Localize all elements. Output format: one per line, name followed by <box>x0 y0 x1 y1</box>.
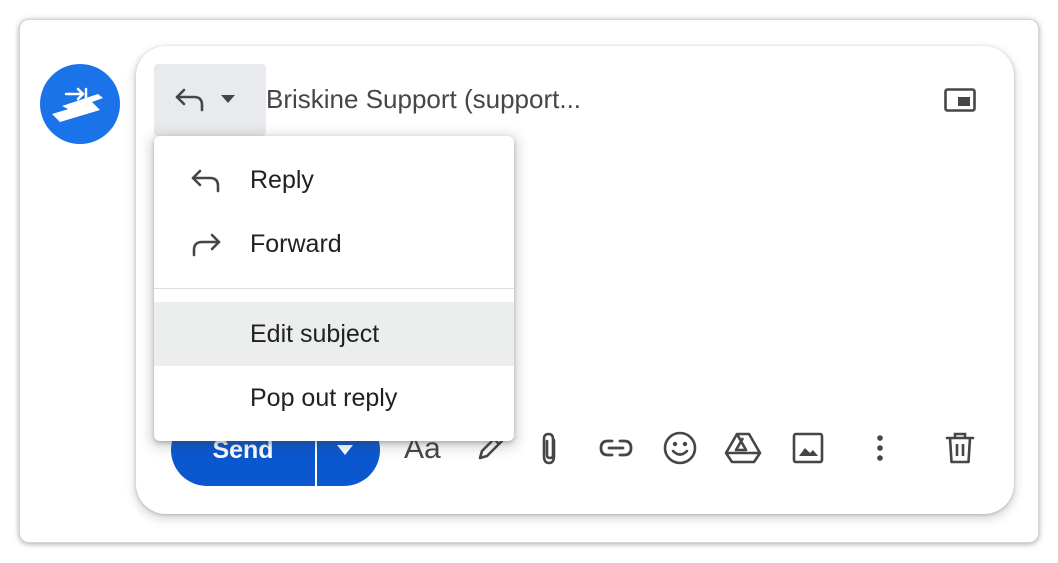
menu-item-edit-subject[interactable]: Edit subject <box>154 302 514 366</box>
menu-item-label: Pop out reply <box>250 384 398 412</box>
menu-item-label: Reply <box>250 166 314 194</box>
menu-divider <box>154 288 514 289</box>
image-icon[interactable] <box>790 430 826 466</box>
forward-icon <box>192 233 221 257</box>
reply-icon <box>175 88 204 112</box>
menu-item-forward[interactable]: Forward <box>154 212 514 276</box>
attachment-icon[interactable] <box>534 430 566 466</box>
more-options-icon[interactable] <box>866 430 894 466</box>
menu-item-pop-out-reply[interactable]: Pop out reply <box>154 366 514 430</box>
menu-item-label: Edit subject <box>250 320 380 348</box>
briskine-logo-icon <box>52 87 103 122</box>
pop-out-icon[interactable] <box>944 88 976 112</box>
sender-avatar <box>40 64 120 144</box>
menu-item-reply[interactable]: Reply <box>154 148 514 212</box>
send-options-chevron-icon[interactable] <box>336 444 354 456</box>
emoji-icon[interactable] <box>662 430 698 466</box>
reply-type-menu: Reply Forward Edit subject Pop out reply <box>154 136 514 441</box>
reply-icon <box>191 169 220 193</box>
reply-type-dropdown-button[interactable] <box>154 64 266 136</box>
recipient-field[interactable]: Briskine Support (support... <box>266 84 581 115</box>
menu-item-label: Forward <box>250 230 342 258</box>
drive-icon[interactable] <box>724 430 762 466</box>
delete-icon[interactable] <box>944 430 976 466</box>
chevron-down-icon <box>221 95 235 103</box>
link-icon[interactable] <box>598 430 634 466</box>
